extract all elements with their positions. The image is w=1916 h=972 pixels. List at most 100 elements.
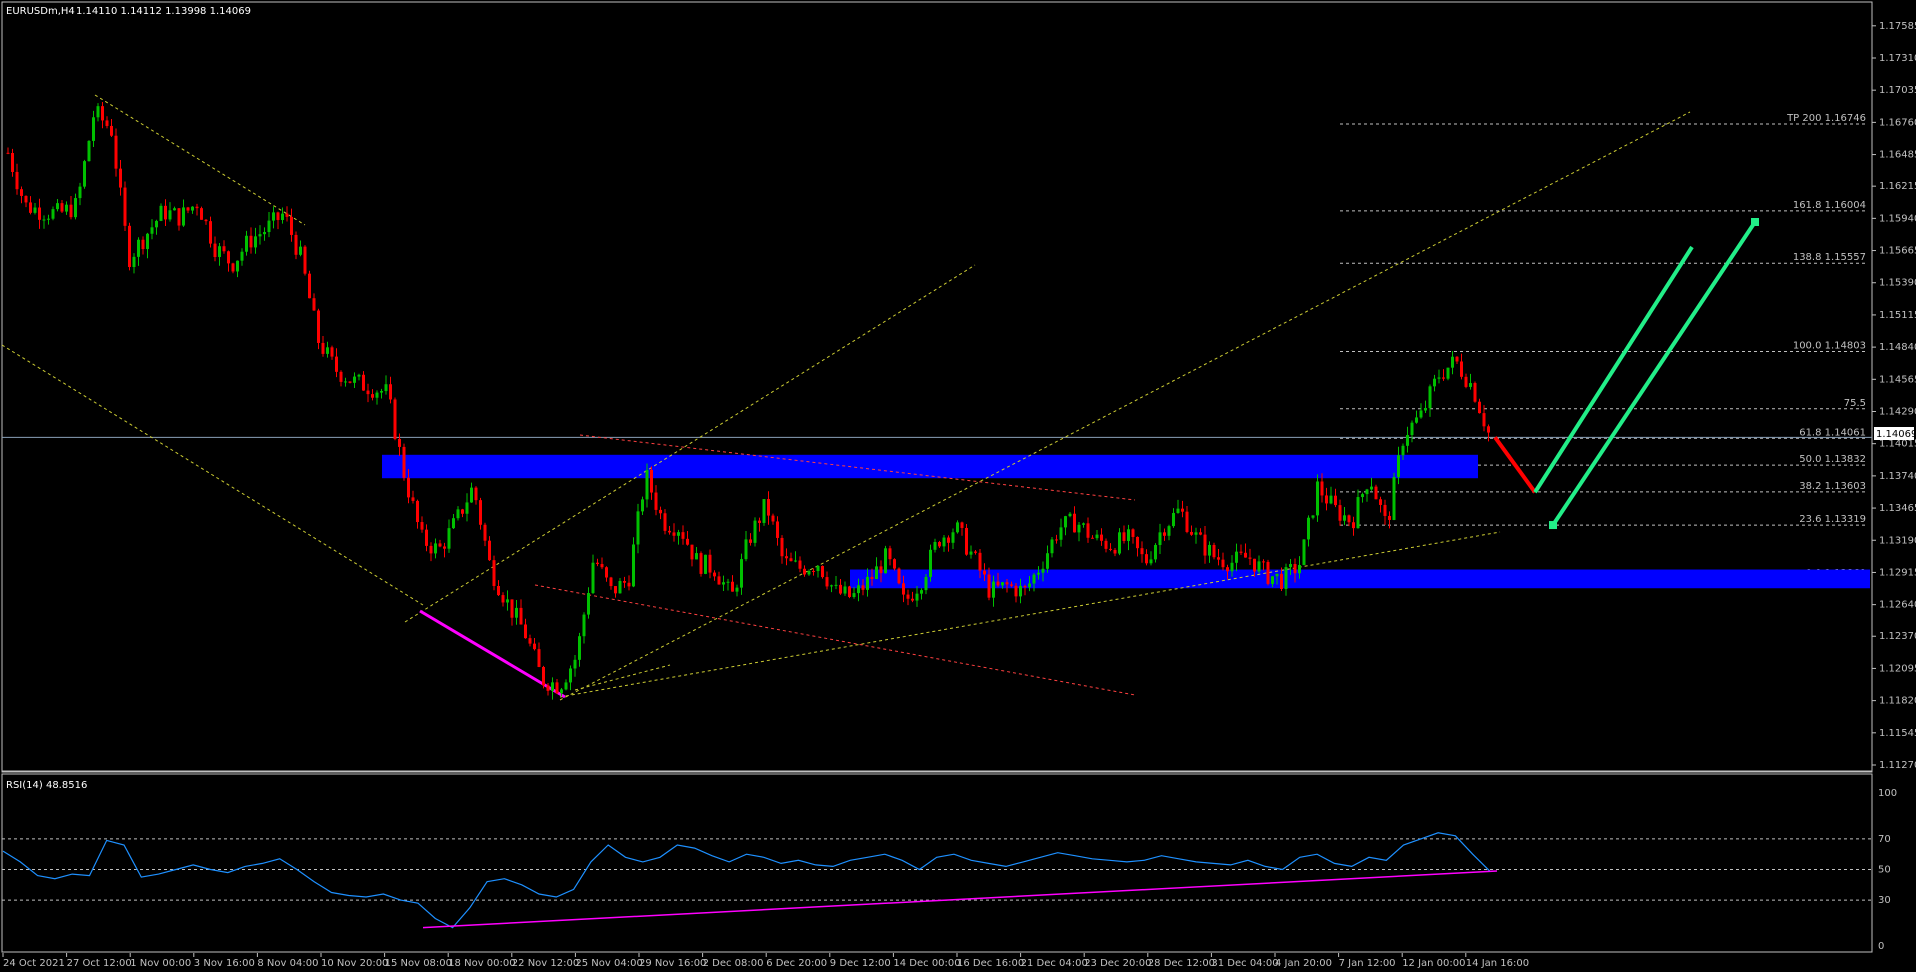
candle-body (978, 552, 982, 571)
fib-level-label: 38.2 1.13603 (1799, 481, 1866, 492)
time-tick-label: 15 Nov 08:00 (385, 958, 452, 969)
price-tick-label: 1.12915 (1879, 567, 1916, 578)
price-tick-label: 1.17035 (1879, 85, 1916, 96)
candle-body (1226, 567, 1229, 572)
candle-body (596, 562, 599, 565)
candle-body (884, 548, 887, 574)
candle-body (1077, 524, 1081, 533)
candle-body (353, 376, 356, 383)
candle-body (623, 581, 626, 583)
candle-body (1037, 572, 1040, 575)
candle-body (636, 511, 640, 545)
candle-body (825, 577, 829, 587)
candle-body (258, 234, 262, 237)
candle-body (177, 208, 181, 226)
candle-body (812, 570, 815, 572)
candle-body (1397, 455, 1400, 478)
candle-body (92, 117, 95, 141)
candle-body (339, 371, 343, 382)
candle-body (1212, 544, 1216, 558)
candle-body (1028, 583, 1031, 588)
candle-body (564, 682, 568, 690)
price-tick-label: 1.14840 (1879, 342, 1916, 353)
candle-body (632, 544, 635, 587)
candle-body (830, 585, 833, 587)
candle-body (461, 509, 464, 514)
candle-body (1271, 576, 1274, 584)
candle-body (1374, 486, 1378, 500)
candle-body (1055, 539, 1058, 541)
candle-body (767, 499, 770, 516)
candle-body (1401, 445, 1405, 456)
candle-body (762, 499, 766, 523)
price-tick-label: 1.16760 (1879, 117, 1916, 128)
time-tick-label: 27 Oct 12:00 (67, 958, 132, 969)
candle-body (263, 232, 266, 235)
candle-body (677, 532, 680, 536)
price-tick-label: 1.13740 (1879, 471, 1916, 482)
time-tick-label: 14 Dec 00:00 (893, 958, 960, 969)
candle-body (470, 487, 473, 503)
candle-body (249, 235, 253, 248)
candle-body (605, 567, 608, 578)
candle-body (938, 541, 941, 547)
candle-body (1473, 383, 1477, 402)
fib-level-label: 75.5 (1844, 398, 1866, 409)
rsi-level-label: 30 (1878, 895, 1891, 906)
supply-zone (382, 454, 1478, 479)
candle-body (362, 374, 365, 391)
candle-body (875, 566, 878, 580)
time-tick-label: 2 Dec 08:00 (703, 958, 764, 969)
candle-body (384, 384, 388, 392)
ohlc-values: 1.14110 1.14112 1.13998 1.14069 (76, 6, 251, 17)
candle-body (164, 205, 167, 220)
candle-body (789, 558, 793, 562)
candle-body (1338, 505, 1342, 521)
candle-body (1217, 557, 1220, 560)
candle-body (1185, 511, 1189, 532)
candle-body (128, 225, 131, 267)
candle-body (15, 171, 19, 190)
candle-body (1478, 401, 1481, 414)
candle-body (776, 521, 779, 538)
candle-body (1145, 554, 1148, 564)
candle-body (407, 477, 410, 498)
candle-body (1433, 378, 1436, 387)
candle-body (245, 235, 248, 252)
candle-body (429, 545, 433, 554)
candle-body (335, 356, 338, 372)
candle-body (1001, 582, 1004, 586)
time-tick-label: 21 Dec 04:00 (1021, 958, 1088, 969)
candle-body (56, 203, 59, 210)
candle-body (344, 381, 347, 383)
candle-body (1046, 553, 1049, 569)
candle-body (366, 390, 370, 395)
candle-body (1239, 551, 1243, 553)
candle-body (78, 186, 82, 199)
candle-body (200, 208, 203, 220)
candle-body (735, 587, 739, 592)
candle-body (924, 576, 928, 591)
candle-body (578, 636, 581, 660)
trading-chart[interactable]: TP 200 1.16746 161.8 1.16004 138.8 1.15557… (0, 0, 1916, 972)
candle-body (51, 209, 55, 219)
candle-body (146, 233, 149, 250)
candle-body (645, 469, 649, 500)
candle-body (348, 381, 352, 383)
candle-body (668, 530, 671, 533)
candle-body (591, 562, 595, 594)
candle-body (1131, 529, 1135, 537)
price-tick-label: 1.13465 (1879, 503, 1916, 514)
candle-body (87, 140, 91, 162)
candle-body (1329, 495, 1333, 504)
candle-body (483, 524, 487, 541)
candle-body (492, 560, 496, 586)
candle-body (1325, 495, 1328, 504)
time-axis: 24 Oct 2021 27 Oct 12:001 Nov 00:00 3 Nov … (2, 953, 1529, 969)
candle-body (447, 528, 451, 549)
candle-body (299, 246, 302, 255)
price-tick-label: 1.16215 (1879, 181, 1916, 192)
candle-body (780, 537, 784, 557)
candle-body (69, 204, 73, 218)
candle-body (641, 499, 644, 512)
